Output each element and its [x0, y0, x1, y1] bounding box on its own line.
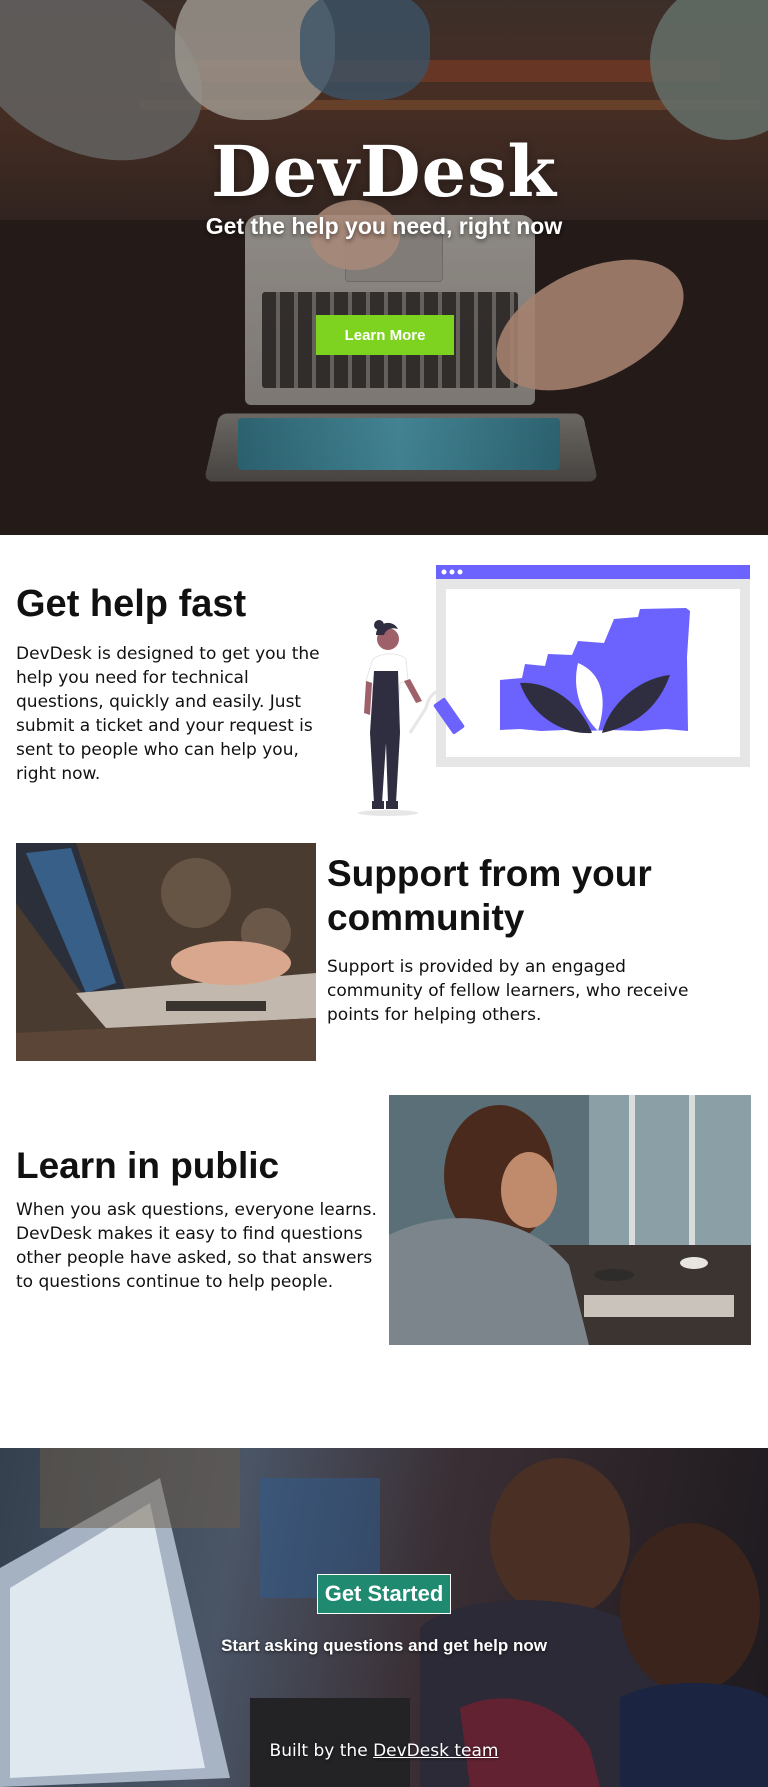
feature-title-learn-public: Learn in public: [16, 1145, 280, 1186]
get-started-button[interactable]: Get Started: [317, 1574, 451, 1614]
footer-section: [0, 1448, 768, 1787]
learn-more-button[interactable]: Learn More: [316, 315, 454, 355]
hero-title: DevDesk: [210, 130, 558, 213]
footer-credit: Built by the DevDesk team: [0, 1741, 768, 1761]
feature-title-help-fast: Get help fast: [16, 583, 247, 625]
footer-tagline: Start asking questions and get help now: [221, 1636, 547, 1655]
feature-text-learn-public: When you ask questions, everyone learns.…: [16, 1200, 377, 1292]
woman-laptop-photo: [389, 1095, 751, 1345]
devdesk-team-link[interactable]: DevDesk team: [373, 1741, 498, 1761]
feature-text-community: Support is provided by an engaged commun…: [327, 957, 689, 1025]
feature-title-community: Support from your community: [327, 853, 652, 938]
hero-tagline: Get the help you need, right now: [205, 213, 563, 239]
hero-section: [0, 0, 768, 535]
feature-text-help-fast: DevDesk is designed to get you the help …: [16, 644, 320, 784]
laptop-typing-photo: [16, 843, 316, 1061]
footer-background-photo: [0, 1448, 768, 1787]
credit-prefix: Built by the: [269, 1741, 368, 1761]
illustration-painter: [358, 565, 750, 816]
